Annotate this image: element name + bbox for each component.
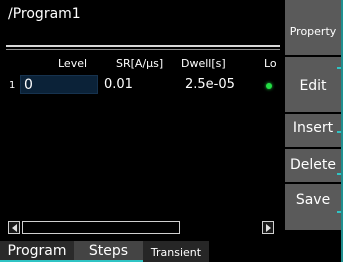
save-button-label: Save [295,192,331,208]
tab-transient-label: Transient [150,246,202,259]
property-button[interactable]: Property [285,0,341,55]
dwell-cell[interactable]: 2.5e-05 [185,77,235,92]
title-divider [6,45,280,47]
property-button-label: Property [289,25,337,38]
bottom-tab-bar: Program Steps Transient [0,241,283,262]
tab-program[interactable]: Program [0,241,74,262]
program-title: /Program1 [8,6,81,22]
edit-button[interactable]: Edit [285,57,341,112]
insert-button-label: Insert [292,120,334,136]
tab-transient[interactable]: Transient [143,241,209,262]
slew-rate-cell[interactable]: 0.01 [104,77,133,92]
scroll-left-icon[interactable] [8,221,20,234]
table-row[interactable]: 1 0 0.01 2.5e-05 [0,75,283,95]
title-divider-secondary [6,49,280,50]
column-header-level[interactable]: Level [58,57,87,70]
tab-program-label: Program [7,243,67,259]
scrollbar-thumb[interactable] [22,221,180,234]
softkey-panel: Property Edit Insert Delete Save [283,0,343,262]
tab-steps[interactable]: Steps [74,241,143,262]
edit-button-label: Edit [299,78,327,94]
row-index: 1 [9,80,16,91]
tab-steps-label: Steps [88,243,129,259]
delete-button[interactable]: Delete [285,149,341,182]
status-led-icon[interactable] [266,83,272,89]
scroll-right-icon[interactable] [262,221,274,234]
title-bar: /Program1 [0,0,283,46]
column-header-lo[interactable]: Lo [264,57,277,70]
column-header-slew-rate[interactable]: SR[A/µs] [116,57,163,70]
horizontal-scrollbar[interactable] [8,221,276,235]
insert-button[interactable]: Insert [285,114,341,147]
level-value: 0 [24,77,33,93]
save-button[interactable]: Save [285,184,341,230]
table-header: Level SR[A/µs] Dwell[s] Lo [0,55,283,71]
column-header-dwell[interactable]: Dwell[s] [181,57,226,70]
delete-button-label: Delete [290,157,336,173]
level-cell[interactable]: 0 [20,75,98,94]
